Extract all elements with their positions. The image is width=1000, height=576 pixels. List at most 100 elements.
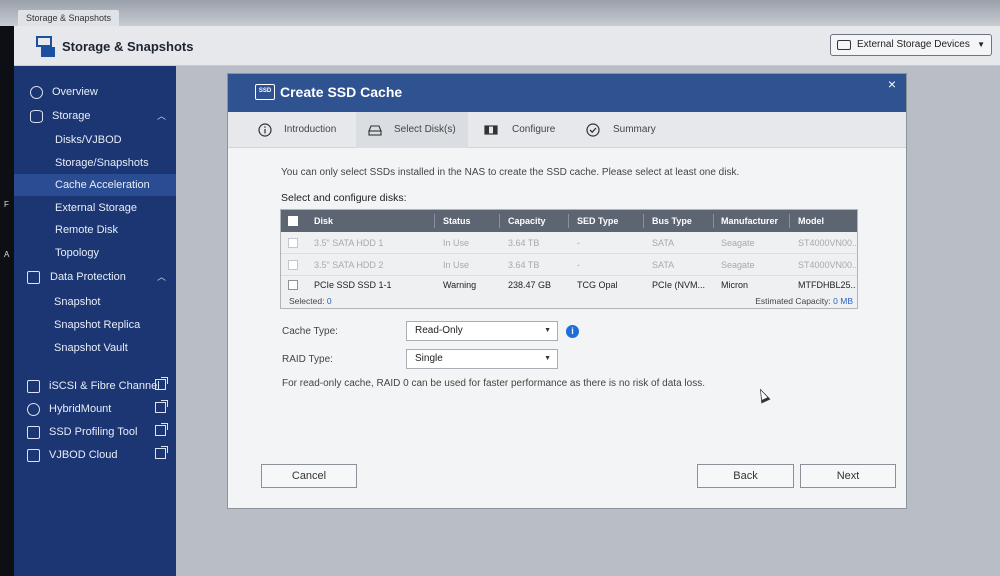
column-header[interactable]: Status	[443, 210, 471, 232]
step-introduction: Introduction	[248, 112, 348, 148]
sidebar-item-overview[interactable]: Overview	[14, 81, 176, 103]
sidebar-item-snapshot-replica[interactable]: Snapshot Replica	[14, 314, 176, 336]
step-label: Summary	[613, 124, 656, 135]
external-storage-label: External Storage Devices	[857, 39, 970, 50]
selected-value: 0	[326, 296, 332, 306]
step-label: Introduction	[284, 124, 337, 135]
column-divider	[789, 214, 790, 228]
create-ssd-cache-dialog: SSD Create SSD Cache × Introduction Sele…	[228, 74, 906, 508]
sidebar-item-label: Remote Disk	[55, 224, 118, 236]
select-all-checkbox[interactable]	[288, 216, 298, 226]
gauge-icon	[30, 86, 43, 99]
sidebar-item-label: Cache Acceleration	[55, 179, 150, 191]
disk-cell: 3.5" SATA HDD 2	[314, 260, 384, 270]
column-divider	[434, 214, 435, 228]
column-header[interactable]: SED Type	[577, 210, 618, 232]
column-header[interactable]: Model	[798, 210, 824, 232]
sidebar-item-storage-snapshots[interactable]: Storage/Snapshots	[14, 152, 176, 174]
configure-icon	[484, 125, 498, 135]
chevron-up-icon[interactable]: ︿	[157, 266, 166, 288]
window-tab[interactable]: Storage & Snapshots	[18, 10, 120, 26]
row-checkbox[interactable]	[288, 280, 298, 290]
status-cell: Warning	[443, 280, 477, 290]
disk-cell: PCIe SSD SSD 1-1	[314, 280, 392, 290]
sidebar-item-label: Data Protection	[50, 271, 126, 283]
column-header[interactable]: Bus Type	[652, 210, 692, 232]
row-checkbox	[288, 260, 298, 270]
sidebar-item-storage[interactable]: Storage ︿	[14, 105, 176, 127]
sidebar-item-iscsi-fibre-channel[interactable]: iSCSI & Fibre Channel	[14, 375, 176, 397]
column-header[interactable]: Disk	[314, 210, 333, 232]
capacity-cell: 238.47 GB	[508, 280, 552, 290]
sidebar-item-label: Storage	[52, 110, 91, 122]
column-divider	[499, 214, 500, 228]
sidebar-item-snapshot[interactable]: Snapshot	[14, 291, 176, 313]
external-link-icon[interactable]	[155, 377, 168, 390]
sidebar-item-remote-disk[interactable]: Remote Disk	[14, 219, 176, 241]
hybridmount-icon	[27, 403, 40, 416]
data-protection-icon	[27, 271, 40, 284]
column-divider	[713, 214, 714, 228]
estimated-value: 0 MB	[833, 296, 853, 306]
ssd-icon	[27, 426, 40, 439]
dialog-title: Create SSD Cache	[280, 84, 403, 100]
chevron-up-icon[interactable]: ︿	[157, 105, 166, 127]
check-circle-icon	[586, 123, 600, 137]
next-button[interactable]: Next	[800, 464, 896, 488]
step-label: Select Disk(s)	[394, 124, 456, 135]
column-divider	[568, 214, 569, 228]
sidebar-item-disks-vjbod[interactable]: Disks/VJBOD	[14, 129, 176, 151]
sidebar-item-topology[interactable]: Topology	[14, 242, 176, 264]
window-tab-strip: Storage & Snapshots	[0, 0, 1000, 26]
sidebar-item-vjbod-cloud[interactable]: VJBOD Cloud	[14, 444, 176, 466]
sidebar-item-label: Disks/VJBOD	[55, 134, 122, 146]
column-header[interactable]: Capacity	[508, 210, 546, 232]
capacity-cell: 3.64 TB	[508, 238, 540, 248]
sidebar-item-label: Topology	[55, 247, 100, 259]
dialog-header: SSD Create SSD Cache ×	[228, 74, 906, 112]
sidebar-item-data-protection[interactable]: Data Protection ︿	[14, 266, 176, 288]
info-icon[interactable]: i	[566, 325, 579, 338]
step-label: Configure	[512, 124, 556, 135]
model-cell: ST4000VN00...	[798, 238, 856, 248]
sidebar-item-cache-acceleration[interactable]: Cache Acceleration	[14, 174, 176, 196]
sidebar-item-ssd-profiling-tool[interactable]: SSD Profiling Tool	[14, 421, 176, 443]
back-button[interactable]: Back	[697, 464, 794, 488]
sidebar-item-label: Overview	[52, 86, 98, 98]
sidebar-item-label: HybridMount	[49, 403, 112, 415]
external-link-icon[interactable]	[155, 423, 168, 436]
raid-type-label: RAID Type:	[282, 354, 333, 365]
sidebar-item-label: Snapshot Replica	[54, 319, 141, 331]
status-cell: In Use	[443, 260, 470, 270]
sed-type-cell: -	[577, 238, 580, 248]
cancel-button[interactable]: Cancel	[261, 464, 357, 488]
table-row[interactable]: PCIe SSD SSD 1-1 Warning 238.47 GB TCG O…	[281, 276, 857, 294]
selected-count: Selected: 0	[289, 294, 332, 308]
selected-label: Selected:	[289, 296, 325, 306]
table-header: Disk Status Capacity SED Type Bus Type M…	[281, 210, 857, 232]
raid-type-value: Single	[415, 353, 443, 364]
external-link-icon[interactable]	[155, 400, 168, 413]
info-circle-icon	[258, 123, 272, 137]
cache-type-select[interactable]: Read-Only ▼	[406, 321, 558, 341]
instruction-text: You can only select SSDs installed in th…	[281, 167, 740, 178]
column-header[interactable]: Manufacturer	[721, 210, 778, 232]
raid-type-select[interactable]: Single ▼	[406, 349, 558, 369]
sidebar-item-snapshot-vault[interactable]: Snapshot Vault	[14, 337, 176, 359]
sidebar-item-external-storage[interactable]: External Storage	[14, 197, 176, 219]
sidebar-item-label: Snapshot	[54, 296, 101, 308]
table-row: 3.5" SATA HDD 1 In Use 3.64 TB - SATA Se…	[281, 232, 857, 254]
table-row: 3.5" SATA HDD 2 In Use 3.64 TB - SATA Se…	[281, 254, 857, 276]
disk-table: Disk Status Capacity SED Type Bus Type M…	[280, 209, 858, 309]
sidebar-item-label: Snapshot Vault	[54, 342, 128, 354]
cache-type-label: Cache Type:	[282, 326, 338, 337]
sed-type-cell: -	[577, 260, 580, 270]
raid-note: For read-only cache, RAID 0 can be used …	[282, 378, 705, 389]
external-link-icon[interactable]	[155, 446, 168, 459]
sidebar-item-hybridmount[interactable]: HybridMount	[14, 398, 176, 420]
storage-app-icon	[36, 36, 55, 57]
close-icon[interactable]: ×	[888, 76, 896, 92]
estimated-capacity: Estimated Capacity: 0 MB	[755, 294, 853, 308]
bus-type-cell: PCIe (NVM...	[652, 280, 706, 290]
external-storage-devices-button[interactable]: External Storage Devices ▼	[830, 34, 992, 56]
